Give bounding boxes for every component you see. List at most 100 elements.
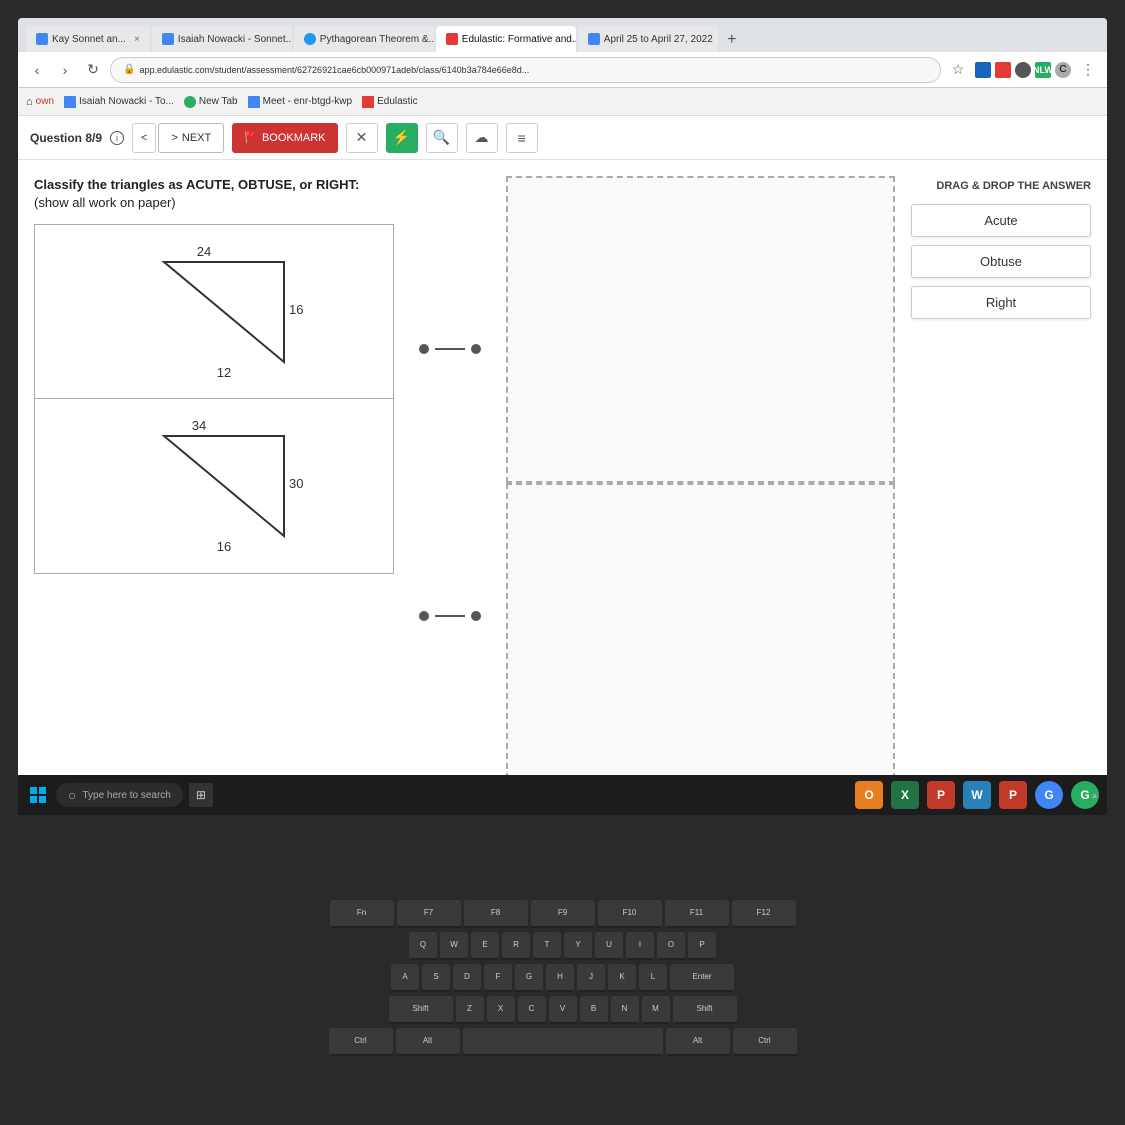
question-toolbar: Question 8/9 i < > NEXT 🚩 BOOKMARK ✕ ⚡ xyxy=(18,116,1107,160)
prev-button[interactable]: < xyxy=(132,123,156,153)
keyboard-area: Fn F7 F8 F9 F10 F11 F12 Q W E R T Y U I … xyxy=(0,830,1125,1125)
key-f12[interactable]: F12 xyxy=(732,900,796,928)
menu-button[interactable]: ⋮ xyxy=(1077,59,1099,81)
bookmark-meet[interactable]: Meet - enr-btgd-kwp xyxy=(248,96,352,108)
key-l[interactable]: L xyxy=(639,964,667,992)
answer-right[interactable]: Right xyxy=(911,286,1091,319)
bookmark-newtab[interactable]: New Tab xyxy=(184,96,238,108)
bookmark-button[interactable]: 🚩 BOOKMARK xyxy=(232,123,337,153)
url-bar[interactable]: 🔒 app.edulastic.com/student/assessment/6… xyxy=(110,57,941,83)
key-f8[interactable]: F8 xyxy=(464,900,528,928)
bookmark-edulastic[interactable]: Edulastic xyxy=(362,96,418,108)
key-fn[interactable]: Fn xyxy=(330,900,394,928)
bookmark-edulastic-label: Edulastic xyxy=(377,96,418,107)
bookmark-home[interactable]: ⌂ own xyxy=(26,96,54,108)
key-v[interactable]: V xyxy=(549,996,577,1024)
key-g[interactable]: G xyxy=(515,964,543,992)
cloud-button[interactable]: ☁ xyxy=(466,123,498,153)
key-k[interactable]: K xyxy=(608,964,636,992)
taskbar-powerpoint-icon[interactable]: P xyxy=(927,781,955,809)
drop-zone-1[interactable] xyxy=(506,176,895,483)
main-content: Classify the triangles as ACUTE, OBTUSE,… xyxy=(18,160,1107,805)
taskbar-pdf-icon[interactable]: P xyxy=(999,781,1027,809)
key-b[interactable]: B xyxy=(580,996,608,1024)
key-i[interactable]: I xyxy=(626,932,654,960)
lightning-button[interactable]: ⚡ xyxy=(386,123,418,153)
ext-icon-3 xyxy=(1015,62,1031,78)
t1-left-label: 24 xyxy=(197,244,211,259)
taskbar-outlook-icon[interactable]: O xyxy=(855,781,883,809)
left-panel: Classify the triangles as ACUTE, OBTUSE,… xyxy=(34,176,394,789)
key-w[interactable]: W xyxy=(440,932,468,960)
taskbar-word-icon[interactable]: W xyxy=(963,781,991,809)
bookmark-own: own xyxy=(36,96,54,107)
key-u[interactable]: U xyxy=(595,932,623,960)
drop-zone-2[interactable] xyxy=(506,483,895,790)
function-row: Fn F7 F8 F9 F10 F11 F12 xyxy=(330,900,796,928)
key-a[interactable]: A xyxy=(391,964,419,992)
taskview-button[interactable]: ⊞ xyxy=(189,783,213,807)
key-enter[interactable]: Enter xyxy=(670,964,734,992)
key-f9[interactable]: F9 xyxy=(531,900,595,928)
tab-pythagorean[interactable]: Pythagorean Theorem &... × xyxy=(294,26,434,52)
key-p[interactable]: P xyxy=(688,932,716,960)
key-alt-right[interactable]: Alt xyxy=(666,1028,730,1056)
key-f11[interactable]: F11 xyxy=(665,900,729,928)
search-button[interactable]: 🔍 xyxy=(426,123,458,153)
key-s[interactable]: S xyxy=(422,964,450,992)
key-space[interactable] xyxy=(463,1028,663,1056)
key-c[interactable]: C xyxy=(518,996,546,1024)
key-ctrl[interactable]: Ctrl xyxy=(329,1028,393,1056)
menu-options-button[interactable]: ≡ xyxy=(506,123,538,153)
connector-2 xyxy=(419,611,481,621)
drag-label: DRAG & DROP THE ANSWER xyxy=(911,180,1091,192)
tab-isaiah[interactable]: Isaiah Nowacki - Sonnet... × xyxy=(152,26,292,52)
dot-2b xyxy=(471,611,481,621)
key-j[interactable]: J xyxy=(577,964,605,992)
key-o[interactable]: O xyxy=(657,932,685,960)
key-r[interactable]: R xyxy=(502,932,530,960)
close-button[interactable]: ✕ xyxy=(346,123,378,153)
answer-obtuse[interactable]: Obtuse xyxy=(911,245,1091,278)
key-d[interactable]: D xyxy=(453,964,481,992)
answer-acute[interactable]: Acute xyxy=(911,204,1091,237)
star-button[interactable]: ☆ xyxy=(947,59,969,81)
info-icon[interactable]: i xyxy=(110,131,124,145)
taskbar-search-bar[interactable]: ○ Type here to search xyxy=(56,783,183,807)
triangle-2-box: 34 30 16 xyxy=(34,399,394,574)
bookmark-isaiah[interactable]: Isaiah Nowacki - To... xyxy=(64,96,174,108)
key-z[interactable]: Z xyxy=(456,996,484,1024)
profile-icon[interactable]: C xyxy=(1055,62,1071,78)
key-x[interactable]: X xyxy=(487,996,515,1024)
next-button[interactable]: > NEXT xyxy=(158,123,224,153)
key-y[interactable]: Y xyxy=(564,932,592,960)
back-button[interactable]: ‹ xyxy=(26,59,48,81)
key-h[interactable]: H xyxy=(546,964,574,992)
key-f10[interactable]: F10 xyxy=(598,900,662,928)
windows-taskbar: ○ Type here to search ⊞ O X P W P G xyxy=(18,775,1107,815)
key-shift-right[interactable]: Shift xyxy=(673,996,737,1024)
taskbar-excel-icon[interactable]: X xyxy=(891,781,919,809)
key-ctrl-right[interactable]: Ctrl xyxy=(733,1028,797,1056)
top-row: Q W E R T Y U I O P xyxy=(409,932,716,960)
key-alt[interactable]: Alt xyxy=(396,1028,460,1056)
taskbar-app-icons: O X P W P G G xyxy=(855,781,1099,809)
taskbar-chrome-icon[interactable]: G xyxy=(1035,781,1063,809)
forward-button[interactable]: › xyxy=(54,59,76,81)
key-f[interactable]: F xyxy=(484,964,512,992)
key-shift[interactable]: Shift xyxy=(389,996,453,1024)
key-q[interactable]: Q xyxy=(409,932,437,960)
flag-icon: 🚩 xyxy=(244,131,258,144)
key-t[interactable]: T xyxy=(533,932,561,960)
tab-edulastic[interactable]: Edulastic: Formative and... × xyxy=(436,26,576,52)
bookmark-newtab-label: New Tab xyxy=(199,96,238,107)
tab-april[interactable]: April 25 to April 27, 2022 × xyxy=(578,26,718,52)
key-n[interactable]: N xyxy=(611,996,639,1024)
key-m[interactable]: M xyxy=(642,996,670,1024)
windows-start[interactable] xyxy=(26,783,50,807)
key-e[interactable]: E xyxy=(471,932,499,960)
tab-kay-sonnet[interactable]: Kay Sonnet an... × xyxy=(26,26,150,52)
reload-button[interactable]: ↻ xyxy=(82,59,104,81)
new-tab-button[interactable]: + xyxy=(720,28,744,52)
key-f7[interactable]: F7 xyxy=(397,900,461,928)
